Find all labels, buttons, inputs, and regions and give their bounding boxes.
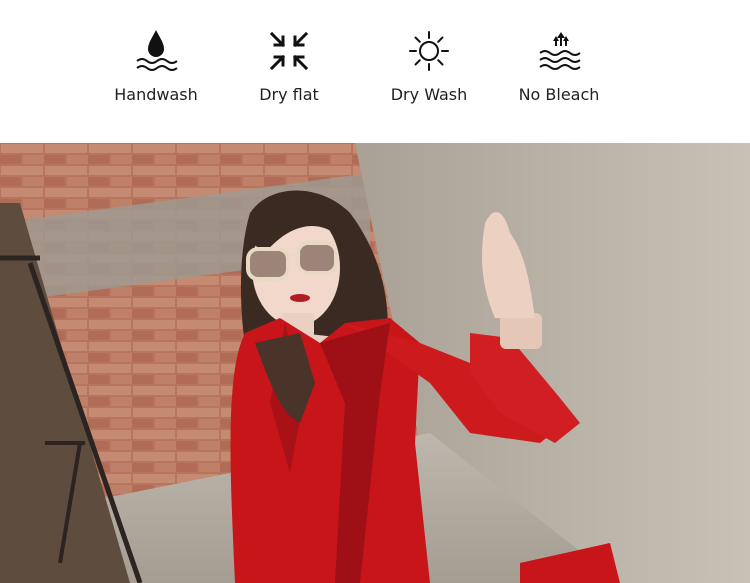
handwash-icon <box>136 30 178 71</box>
care-item-dry-flat: Dry flat <box>224 28 354 104</box>
care-item-dry-wash: Dry Wash <box>364 28 494 104</box>
care-instructions-bar: Handwash Dry flat Dry Wash No Bleach <box>0 0 750 143</box>
dry-flat-icon <box>269 31 309 71</box>
dry-wash-sun-icon <box>409 31 449 71</box>
care-item-handwash: Handwash <box>91 28 221 104</box>
care-label-dry-flat: Dry flat <box>259 85 319 104</box>
model-in-red-coat-image <box>0 143 750 583</box>
no-bleach-icon <box>539 32 581 70</box>
care-label-handwash: Handwash <box>114 85 198 104</box>
care-label-dry-wash: Dry Wash <box>390 85 468 104</box>
care-label-no-bleach: No Bleach <box>518 85 600 104</box>
care-item-no-bleach: No Bleach <box>494 28 624 104</box>
product-photo <box>0 143 750 583</box>
